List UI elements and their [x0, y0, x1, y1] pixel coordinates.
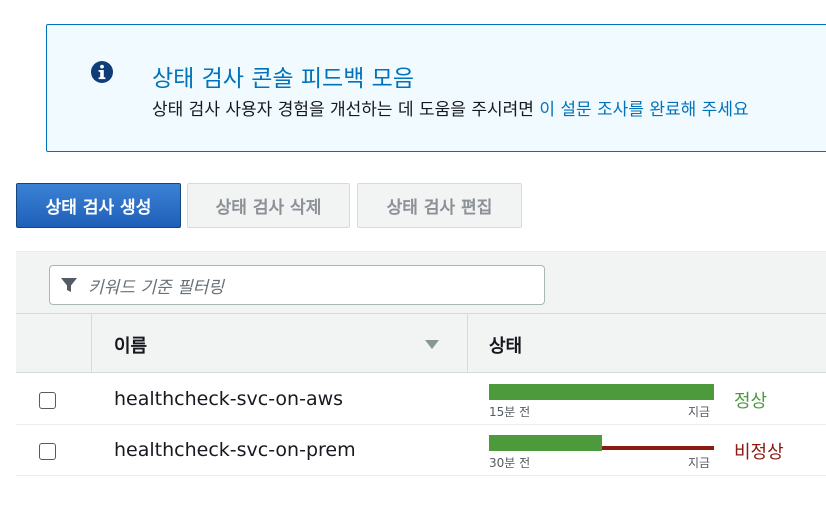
timeline-start-label: 30분 전: [489, 456, 531, 470]
timeline-end-label: 지금: [688, 456, 711, 470]
filter-input[interactable]: 키워드 기준 필터링: [49, 265, 545, 305]
health-check-name: healthcheck-svc-on-aws: [114, 388, 344, 410]
healthy-segment: [489, 384, 714, 400]
timeline-end-label: 지금: [688, 405, 711, 419]
row-checkbox[interactable]: [39, 443, 56, 460]
info-icon: [91, 61, 113, 83]
filter-bar: 키워드 기준 필터링: [16, 251, 826, 314]
status-text: 비정상: [734, 442, 784, 463]
filter-placeholder: 키워드 기준 필터링: [88, 277, 224, 298]
filter-icon: [61, 278, 77, 292]
column-header-status: 상태: [489, 336, 523, 357]
create-health-check-button[interactable]: 상태 검사 생성: [16, 183, 181, 228]
banner-body: 상태 검사 사용자 경험을 개선하는 데 도움을 주시려면 이 설문 조사를 완…: [152, 95, 749, 120]
row-checkbox[interactable]: [39, 392, 56, 409]
banner-body-text: 상태 검사 사용자 경험을 개선하는 데 도움을 주시려면: [152, 100, 540, 120]
table-row[interactable]: healthcheck-svc-on-aws 15분 전 지금 정상: [16, 374, 826, 425]
table-row[interactable]: healthcheck-svc-on-prem 30분 전 지금 비정상: [16, 425, 826, 476]
status-text: 정상: [734, 391, 768, 412]
status-timeline-bar: [489, 435, 714, 451]
healthy-segment: [489, 435, 602, 451]
banner-title: 상태 검사 콘솔 피드백 모음: [152, 66, 415, 92]
unhealthy-segment: [602, 446, 714, 450]
info-banner: 상태 검사 콘솔 피드백 모음 상태 검사 사용자 경험을 개선하는 데 도움을…: [46, 24, 826, 152]
column-separator: [467, 314, 468, 372]
delete-health-check-button[interactable]: 상태 검사 삭제: [187, 183, 350, 228]
health-check-name: healthcheck-svc-on-prem: [114, 439, 356, 461]
sort-down-icon[interactable]: [425, 340, 439, 349]
column-separator: [91, 314, 92, 372]
table-header: 이름 상태: [16, 313, 826, 373]
column-header-name[interactable]: 이름: [114, 332, 147, 358]
survey-link[interactable]: 이 설문 조사를 완료해 주세요: [539, 100, 748, 120]
edit-health-check-button[interactable]: 상태 검사 편집: [357, 183, 522, 228]
timeline-start-label: 15분 전: [489, 405, 531, 419]
status-timeline-bar: [489, 384, 714, 400]
